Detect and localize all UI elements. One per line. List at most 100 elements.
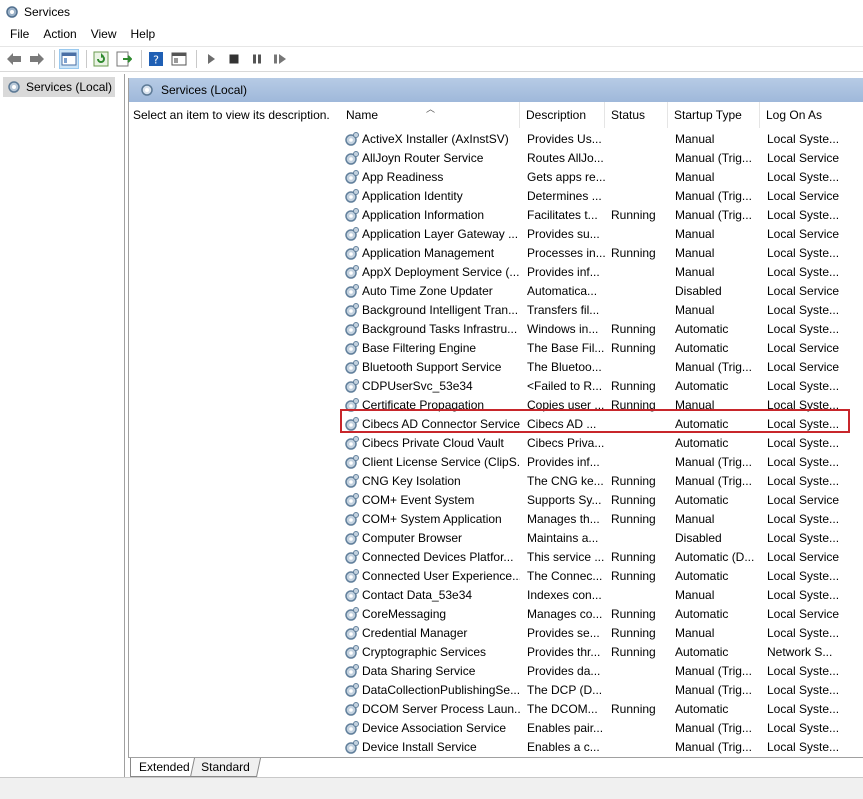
cell-startup-type: Manual (Trig... [675, 360, 752, 374]
cell-description: Processes in... [527, 246, 605, 260]
cell-startup-type: Manual (Trig... [675, 721, 752, 735]
service-row[interactable]: Background Intelligent Tran... Transfers … [340, 301, 863, 320]
cell-startup-type: Disabled [675, 531, 722, 545]
tree-item-services-local[interactable]: Services (Local) [3, 77, 115, 97]
menu-file[interactable]: File [3, 24, 36, 45]
cell-startup-type: Automatic [675, 322, 729, 336]
service-row[interactable]: Certificate Propagation Copies user ... Ru… [340, 396, 863, 415]
service-row[interactable]: DCOM Server Process Laun... The DCOM... Ru… [340, 700, 863, 719]
service-gear-icon [345, 417, 359, 431]
cell-name: Cibecs Private Cloud Vault [362, 436, 504, 450]
cell-description: Gets apps re... [527, 170, 605, 184]
cell-name: DataCollectionPublishingSe... [362, 683, 520, 697]
service-row[interactable]: Bluetooth Support Service The Bluetoo... M… [340, 358, 863, 377]
show-tree-button[interactable] [59, 49, 79, 69]
cell-status: Running [611, 645, 656, 659]
tab-extended[interactable]: Extended [130, 758, 198, 777]
service-row[interactable]: Base Filtering Engine The Base Fil... Runn… [340, 339, 863, 358]
column-header-description[interactable]: Description [520, 102, 605, 128]
cell-status [611, 149, 669, 168]
column-header-status[interactable]: Status [605, 102, 668, 128]
stop-service-button[interactable] [224, 49, 244, 69]
service-gear-icon [345, 379, 359, 393]
cell-startup-type: Manual [675, 246, 715, 260]
service-gear-icon [345, 607, 359, 621]
service-row[interactable]: AppX Deployment Service (... Provides inf… [340, 263, 863, 282]
refresh-button[interactable] [91, 49, 111, 69]
cell-name: Bluetooth Support Service [362, 360, 502, 374]
service-row[interactable]: Device Association Service Enables pair..… [340, 719, 863, 738]
service-row[interactable]: Cibecs Private Cloud Vault Cibecs Priva..… [340, 434, 863, 453]
menu-view[interactable]: View [84, 24, 124, 45]
column-header-label: Startup Type [674, 108, 742, 122]
service-row[interactable]: Connected User Experience... The Connec..… [340, 567, 863, 586]
menu-action[interactable]: Action [36, 24, 83, 45]
export-button[interactable] [114, 49, 134, 69]
service-row[interactable]: Application Management Processes in... Run… [340, 244, 863, 263]
service-row[interactable]: DataCollectionPublishingSe... The DCP (D.… [340, 681, 863, 700]
service-gear-icon [345, 189, 359, 203]
service-row[interactable]: CDPUserSvc_53e34 <Failed to R... Running Au… [340, 377, 863, 396]
service-row[interactable]: ActiveX Installer (AxInstSV) Provides Us.… [340, 130, 863, 149]
cell-status [611, 168, 669, 187]
service-row[interactable]: Cryptographic Services Provides thr... Run… [340, 643, 863, 662]
service-gear-icon [345, 360, 359, 374]
service-row[interactable]: Cibecs AD Connector Service Cibecs AD ...… [340, 415, 863, 434]
toolbar-separator [196, 50, 197, 68]
service-row[interactable]: CoreMessaging Manages co... Running Automat… [340, 605, 863, 624]
cell-name: AllJoyn Router Service [362, 151, 484, 165]
cell-status: Running [611, 550, 656, 564]
cell-status [611, 662, 669, 681]
properties-button[interactable] [169, 49, 189, 69]
play-icon [208, 54, 215, 64]
cell-name: Connected Devices Platfor... [362, 550, 514, 564]
service-row[interactable]: Application Information Facilitates t... R… [340, 206, 863, 225]
tab-standard[interactable]: Standard [189, 758, 261, 777]
cell-startup-type: Automatic [675, 569, 729, 583]
cell-log-on-as: Local Syste... [767, 417, 840, 431]
service-row[interactable]: COM+ Event System Supports Sy... Running Au… [340, 491, 863, 510]
stop-icon [229, 54, 239, 64]
service-row[interactable]: AllJoyn Router Service Routes AllJo... Man… [340, 149, 863, 168]
cell-description: Automatica... [527, 284, 598, 298]
back-button[interactable] [4, 49, 24, 69]
status-bar [0, 777, 863, 799]
restart-service-button[interactable] [270, 49, 290, 69]
service-row[interactable]: Computer Browser Maintains a... Disabled Lo… [340, 529, 863, 548]
cell-log-on-as: Local Syste... [767, 170, 840, 184]
service-row[interactable]: App Readiness Gets apps re... Manual Local … [340, 168, 863, 187]
service-row[interactable]: Auto Time Zone Updater Automatica... Disab… [340, 282, 863, 301]
cell-log-on-as: Local Service [767, 341, 840, 355]
cell-startup-type: Manual [675, 398, 715, 412]
service-row[interactable]: CNG Key Isolation The CNG ke... Running Man… [340, 472, 863, 491]
pause-service-button[interactable] [247, 49, 267, 69]
cell-description: The Connec... [527, 569, 603, 583]
cell-status [611, 282, 669, 301]
service-row[interactable]: Device Install Service Enables a c... Manu… [340, 738, 863, 754]
start-service-button[interactable] [201, 49, 221, 69]
service-row[interactable]: Data Sharing Service Provides da... Manual… [340, 662, 863, 681]
service-row[interactable]: Application Identity Determines ... Manual… [340, 187, 863, 206]
service-row[interactable]: Application Layer Gateway ... Provides su… [340, 225, 863, 244]
column-header-startup-type[interactable]: Startup Type [668, 102, 760, 128]
column-header-name[interactable]: ︿ Name [340, 102, 520, 128]
cell-name: CoreMessaging [362, 607, 447, 621]
column-header-log-on-as[interactable]: Log On As [760, 102, 863, 128]
cell-log-on-as: Local Syste... [767, 531, 840, 545]
back-icon [7, 53, 21, 65]
menu-help[interactable]: Help [124, 24, 163, 45]
cell-description: The CNG ke... [527, 474, 604, 488]
service-row[interactable]: Contact Data_53e34 Indexes con... Manual Lo… [340, 586, 863, 605]
services-gear-icon [6, 6, 18, 18]
cell-name: Connected User Experience... [362, 569, 520, 583]
service-gear-icon [345, 170, 359, 184]
service-row[interactable]: Connected Devices Platfor... This service… [340, 548, 863, 567]
forward-button[interactable] [27, 49, 47, 69]
service-row[interactable]: COM+ System Application Manages th... Runn… [340, 510, 863, 529]
service-row[interactable]: Credential Manager Provides se... Running M… [340, 624, 863, 643]
service-row[interactable]: Background Tasks Infrastru... Windows in.… [340, 320, 863, 339]
cell-description: Indexes con... [527, 588, 602, 602]
help-button[interactable]: ? [146, 49, 166, 69]
cell-name: Application Management [362, 246, 495, 260]
service-row[interactable]: Client License Service (ClipS... Provides… [340, 453, 863, 472]
